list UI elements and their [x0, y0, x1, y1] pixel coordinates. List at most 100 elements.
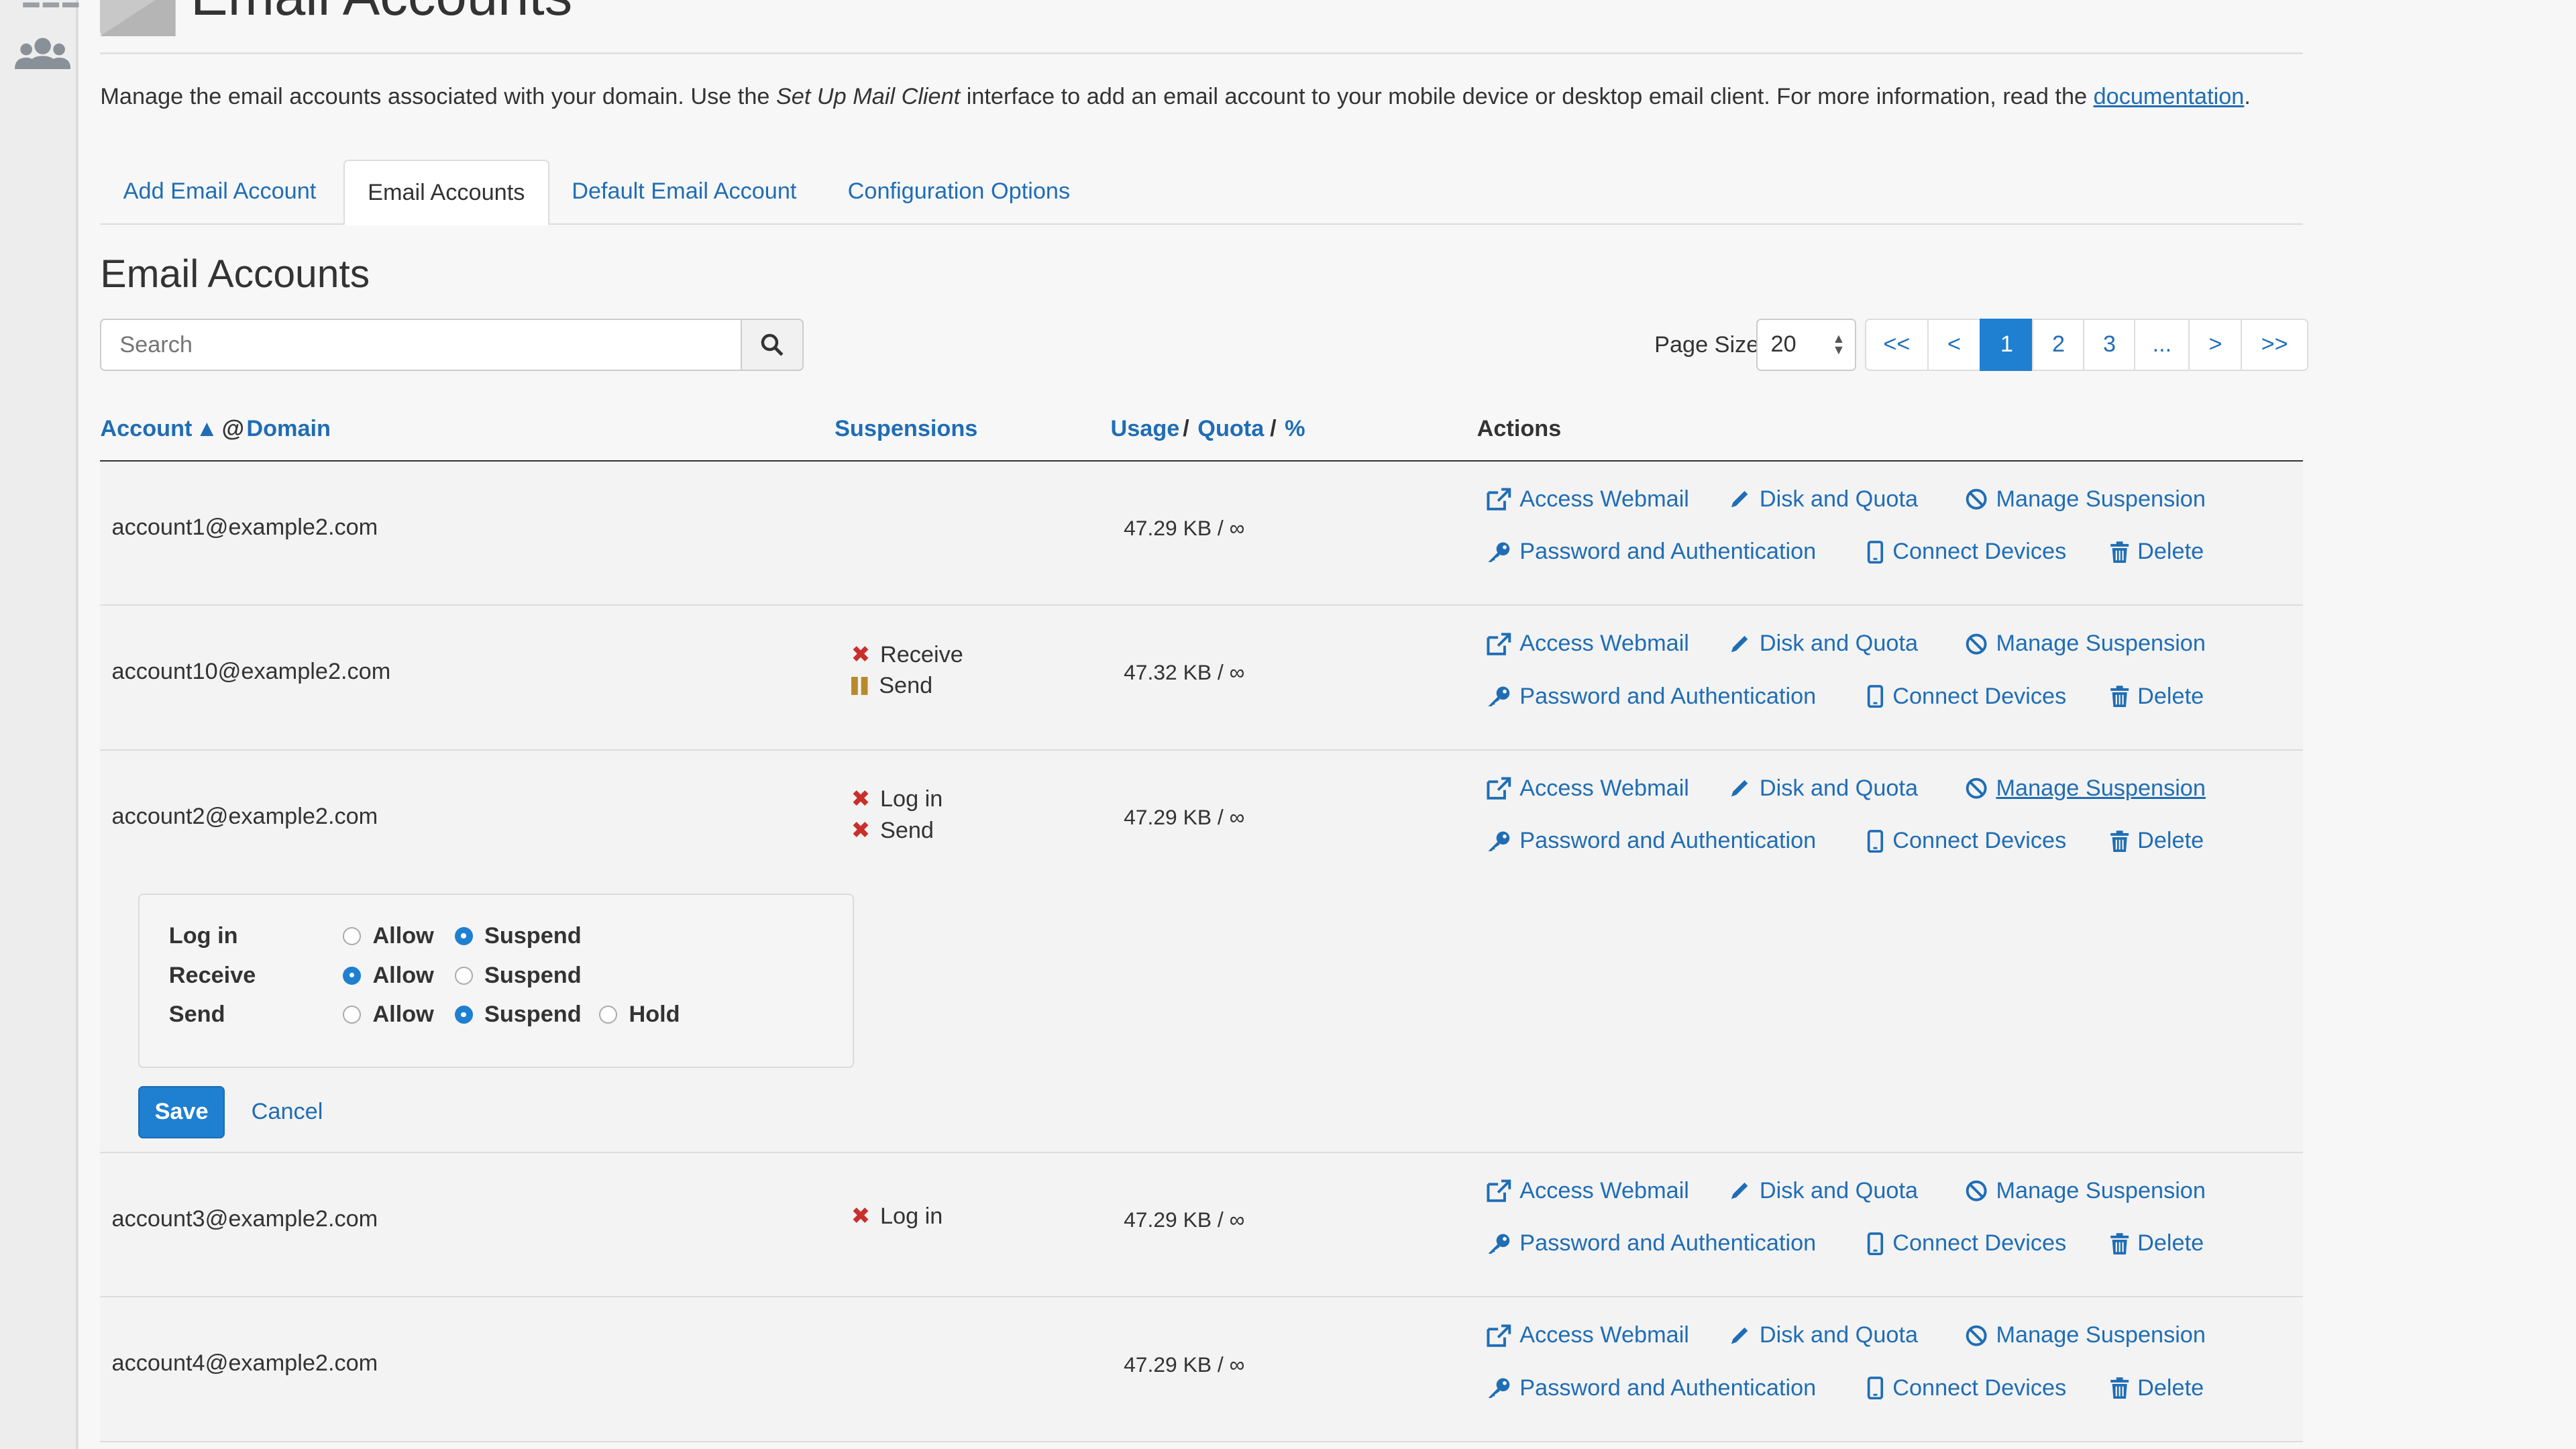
- access-webmail-link[interactable]: Access Webmail: [1487, 1322, 1689, 1348]
- suspension-item: ✖ Send: [851, 817, 934, 843]
- access-webmail-link[interactable]: Access Webmail: [1487, 486, 1689, 513]
- radio-button-selected[interactable]: [454, 926, 473, 945]
- disk-and-quota-link[interactable]: Disk and Quota: [1728, 1178, 1918, 1204]
- trash-icon: [2110, 686, 2129, 708]
- connect-devices-link[interactable]: Connect Devices: [1866, 539, 2066, 565]
- login-suspend-radio[interactable]: Suspend: [454, 923, 582, 949]
- password-and-authentication-link[interactable]: Password and Authentication: [1487, 684, 1816, 710]
- manage-suspension-link[interactable]: Manage Suspension: [1965, 1178, 2206, 1204]
- password-and-authentication-link[interactable]: Password and Authentication: [1487, 1375, 1816, 1401]
- account-email: account4@example2.com: [111, 1350, 378, 1377]
- access-webmail-link[interactable]: Access Webmail: [1487, 631, 1689, 657]
- tab-bar: Add Email Account Email Accounts Default…: [100, 159, 2304, 225]
- receive-suspend-radio[interactable]: Suspend: [454, 963, 582, 989]
- trash-icon: [2110, 541, 2129, 563]
- header-divider: [100, 52, 2304, 54]
- disk-and-quota-link[interactable]: Disk and Quota: [1728, 775, 1918, 802]
- tab-default-email-account[interactable]: Default Email Account: [549, 160, 820, 224]
- mobile-icon: [1867, 685, 1884, 708]
- external-link-icon: [1487, 1324, 1511, 1347]
- tab-email-accounts[interactable]: Email Accounts: [343, 159, 549, 225]
- send-suspend-radio[interactable]: Suspend: [454, 1002, 582, 1028]
- connect-devices-link[interactable]: Connect Devices: [1866, 828, 2066, 854]
- delete-link[interactable]: Delete: [2110, 684, 2204, 710]
- login-allow-radio[interactable]: Allow: [343, 923, 434, 949]
- page-2-button[interactable]: 2: [2032, 319, 2085, 372]
- disk-and-quota-link[interactable]: Disk and Quota: [1728, 486, 1918, 513]
- search-button[interactable]: [741, 319, 804, 372]
- sort-quota[interactable]: Quota: [1197, 416, 1264, 442]
- external-link-icon: [1487, 1179, 1511, 1203]
- table-row-expanded: account2@example2.com ✖ Log in ✖ Send 47.2…: [100, 751, 2304, 1153]
- delete-link[interactable]: Delete: [2110, 1230, 2204, 1256]
- page-1-button[interactable]: 1: [1980, 319, 2034, 372]
- access-webmail-link[interactable]: Access Webmail: [1487, 1178, 1689, 1204]
- editor-label: Receive: [168, 962, 256, 988]
- sort-account[interactable]: Account: [100, 416, 192, 442]
- suspension-editor: Log in Allow Suspend Receive Allow Suspe…: [138, 894, 855, 1068]
- page-last-button[interactable]: >>: [2241, 319, 2308, 372]
- page-3-button[interactable]: 3: [2083, 319, 2136, 372]
- connect-devices-link[interactable]: Connect Devices: [1866, 1230, 2066, 1256]
- ban-icon: [1966, 777, 1987, 799]
- sort-usage[interactable]: Usage: [1111, 416, 1180, 442]
- sort-asc-icon[interactable]: ▲: [195, 416, 218, 442]
- disk-and-quota-link[interactable]: Disk and Quota: [1728, 1322, 1918, 1348]
- mobile-icon: [1867, 829, 1884, 853]
- save-button[interactable]: Save: [138, 1085, 225, 1139]
- account-usage: 47.29 KB / ∞: [1124, 805, 1245, 829]
- radio-button-selected[interactable]: [343, 966, 362, 985]
- cancel-link[interactable]: Cancel: [252, 1099, 323, 1125]
- connect-devices-link[interactable]: Connect Devices: [1866, 1375, 2066, 1401]
- account-usage: 47.29 KB / ∞: [1124, 1352, 1245, 1377]
- slash: /: [1270, 415, 1277, 441]
- sort-suspensions[interactable]: Suspensions: [835, 416, 977, 442]
- editor-row-login: Log in Allow Suspend: [169, 923, 859, 956]
- manage-suspension-link[interactable]: Manage Suspension: [1965, 631, 2206, 657]
- manage-suspension-link-active[interactable]: Manage Suspension: [1965, 775, 2206, 802]
- manage-suspension-link[interactable]: Manage Suspension: [1965, 486, 2206, 513]
- suspended-x-icon: ✖: [851, 817, 871, 843]
- search-input[interactable]: [100, 319, 743, 372]
- password-and-authentication-link[interactable]: Password and Authentication: [1487, 1230, 1816, 1256]
- connect-devices-link[interactable]: Connect Devices: [1866, 684, 2066, 710]
- tab-configuration-options[interactable]: Configuration Options: [824, 160, 1093, 224]
- menu-icon[interactable]: ▬▬▬: [23, 0, 78, 11]
- page-next-button[interactable]: >: [2188, 319, 2243, 372]
- page-prev-button[interactable]: <: [1927, 319, 1982, 372]
- suspension-item: ✖ Log in: [851, 1203, 943, 1230]
- tab-add-email-account[interactable]: Add Email Account: [100, 160, 339, 224]
- disk-and-quota-link[interactable]: Disk and Quota: [1728, 631, 1918, 657]
- mobile-icon: [1867, 1377, 1884, 1400]
- manage-suspension-link[interactable]: Manage Suspension: [1965, 1322, 2206, 1348]
- users-icon[interactable]: [15, 36, 71, 76]
- suspension-item: Send: [851, 670, 963, 702]
- table-header: Account ▲ @ Domain Suspensions Usage / Q…: [100, 415, 2304, 463]
- radio-button[interactable]: [454, 966, 473, 985]
- access-webmail-link[interactable]: Access Webmail: [1487, 775, 1689, 802]
- send-allow-radio[interactable]: Allow: [343, 1002, 434, 1028]
- page-title: Email Accounts: [191, 0, 572, 28]
- documentation-link[interactable]: documentation: [2094, 84, 2245, 109]
- editor-row-receive: Receive Allow Suspend: [169, 963, 859, 996]
- hold-pause-icon: [851, 676, 868, 695]
- password-and-authentication-link[interactable]: Password and Authentication: [1487, 539, 1816, 565]
- radio-button[interactable]: [343, 1006, 362, 1024]
- receive-allow-radio[interactable]: Allow: [343, 963, 434, 989]
- page-size-select[interactable]: 20 ▲ ▼: [1756, 319, 1857, 372]
- delete-link[interactable]: Delete: [2110, 539, 2204, 565]
- account-email: account1@example2.com: [111, 514, 378, 540]
- page-first-button[interactable]: <<: [1864, 319, 1929, 372]
- pencil-icon: [1731, 780, 1748, 797]
- password-and-authentication-link[interactable]: Password and Authentication: [1487, 828, 1816, 854]
- actions-header: Actions: [1477, 415, 1562, 441]
- radio-button-selected[interactable]: [454, 1006, 473, 1024]
- sort-percent[interactable]: %: [1285, 416, 1305, 442]
- sort-domain[interactable]: Domain: [246, 416, 331, 442]
- radio-button[interactable]: [343, 926, 362, 945]
- delete-link[interactable]: Delete: [2110, 1375, 2204, 1401]
- radio-button[interactable]: [599, 1006, 618, 1024]
- key-icon: [1488, 542, 1510, 562]
- delete-link[interactable]: Delete: [2110, 828, 2204, 854]
- send-hold-radio[interactable]: Hold: [599, 1002, 680, 1028]
